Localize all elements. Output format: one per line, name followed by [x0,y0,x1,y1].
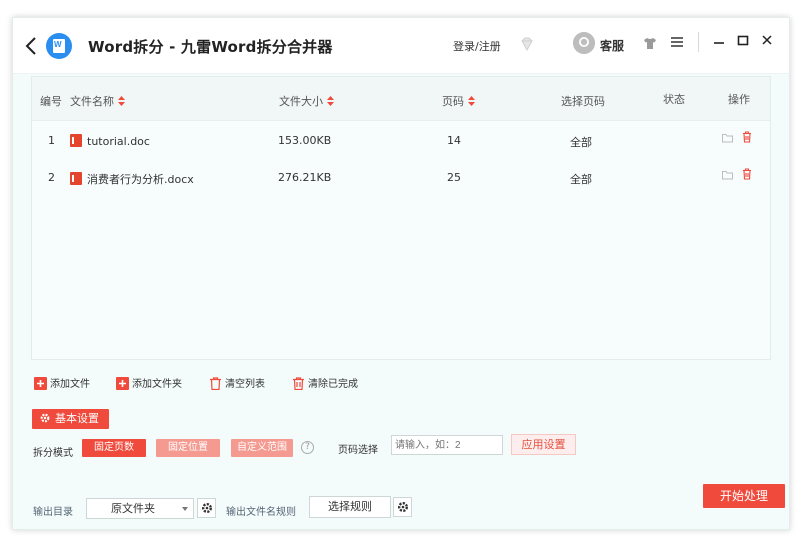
col-index: 编号 [40,95,62,108]
select-rule-button[interactable]: 选择规则 [309,496,391,518]
gear-icon [398,502,408,512]
output-dir-settings-button[interactable] [197,498,216,518]
trash-icon [210,377,221,390]
col-filesize-label: 文件大小 [279,95,323,108]
row-pages: 25 [447,171,461,184]
col-filesize[interactable]: 文件大小 [279,93,335,109]
tshirt-skin-icon[interactable] [643,36,657,50]
diamond-vip-icon[interactable] [519,36,535,52]
mode-fixed-position-button[interactable]: 固定位置 [156,439,220,457]
help-icon[interactable]: ? [301,441,314,454]
sort-icon[interactable] [326,95,335,107]
delete-icon[interactable] [742,131,752,143]
output-dir-select[interactable]: 原文件夹 [86,498,194,519]
word-file-icon [70,172,84,185]
col-filename-label: 文件名称 [70,95,114,108]
row-filename: 消费者行为分析.docx [70,171,194,187]
add-folder-icon [116,377,129,390]
chevron-down-icon [182,507,188,511]
file-table: 编号 文件名称 文件大小 页码 选择页码 状态 操作 1 tutorial.do… [31,76,771,360]
sort-icon[interactable] [117,95,126,107]
app-logo-icon [46,33,72,59]
word-file-icon [70,134,84,147]
table-row[interactable]: 1 tutorial.doc 153.00KB 14 全部 [32,123,770,159]
basic-settings-label: 基本设置 [55,412,99,425]
page-number-input[interactable] [391,435,503,455]
start-processing-button[interactable]: 开始处理 [703,484,785,508]
avatar[interactable] [573,32,595,54]
clear-completed-label: 清除已完成 [308,379,358,390]
output-dir-label: 输出目录 [33,507,73,518]
gear-icon [202,503,212,513]
back-arrow-icon[interactable] [23,36,39,56]
col-select-pages: 选择页码 [561,95,605,108]
trash-lines-icon [293,377,304,390]
filename-text: 消费者行为分析.docx [87,173,194,186]
delete-icon[interactable] [742,168,752,180]
col-status: 状态 [663,93,685,106]
hamburger-menu-icon[interactable] [670,35,684,49]
add-file-icon [34,377,47,390]
open-folder-icon[interactable] [722,133,733,143]
rule-settings-button[interactable] [393,497,412,517]
col-pages[interactable]: 页码 [442,93,476,109]
row-filesize: 276.21KB [278,171,332,184]
row-select-pages[interactable]: 全部 [570,171,592,187]
row-filename: tutorial.doc [70,134,150,148]
split-mode-label: 拆分模式 [33,448,73,459]
app-window: Word拆分 - 九雷Word拆分合并器 登录/注册 客服 编号 文件名称 文件… [12,17,790,530]
title-bar: Word拆分 - 九雷Word拆分合并器 登录/注册 客服 [13,18,789,74]
mode-fixed-pages-button[interactable]: 固定页数 [82,439,146,457]
apply-settings-button[interactable]: 应用设置 [511,434,576,455]
row-index: 2 [48,171,55,184]
add-file-button[interactable]: 添加文件 [34,375,90,393]
clear-list-label: 清空列表 [225,379,265,390]
col-filename[interactable]: 文件名称 [70,93,126,109]
add-folder-button[interactable]: 添加文件夹 [116,375,182,393]
table-header: 编号 文件名称 文件大小 页码 选择页码 状态 操作 [32,77,770,121]
clear-list-button[interactable]: 清空列表 [209,375,265,393]
filename-rule-label: 输出文件名规则 [226,507,296,518]
filename-text: tutorial.doc [87,135,150,148]
mode-custom-range-button[interactable]: 自定义范围 [231,439,293,457]
row-select-pages[interactable]: 全部 [570,134,592,150]
row-pages: 14 [447,134,461,147]
login-register-link[interactable]: 登录/注册 [453,38,501,54]
divider [698,32,699,52]
sort-icon[interactable] [467,95,476,107]
add-folder-label: 添加文件夹 [132,379,182,390]
col-actions: 操作 [728,93,750,106]
clear-completed-button[interactable]: 清除已完成 [292,375,358,393]
row-index: 1 [48,134,55,147]
open-folder-icon[interactable] [722,170,733,180]
screen: Word拆分 - 九雷Word拆分合并器 登录/注册 客服 编号 文件名称 文件… [0,0,800,542]
output-dir-value: 原文件夹 [111,502,155,515]
close-icon[interactable] [760,33,774,47]
gear-icon [40,413,50,423]
col-pages-label: 页码 [442,95,464,108]
minimize-icon[interactable] [713,37,725,47]
basic-settings-tab[interactable]: 基本设置 [32,409,109,429]
customer-service-label[interactable]: 客服 [600,37,624,54]
app-title: Word拆分 - 九雷Word拆分合并器 [88,38,333,56]
add-file-label: 添加文件 [50,379,90,390]
page-select-label: 页码选择 [338,445,378,456]
row-filesize: 153.00KB [278,134,332,147]
table-row[interactable]: 2 消费者行为分析.docx 276.21KB 25 全部 [32,160,770,196]
maximize-icon[interactable] [737,34,749,46]
